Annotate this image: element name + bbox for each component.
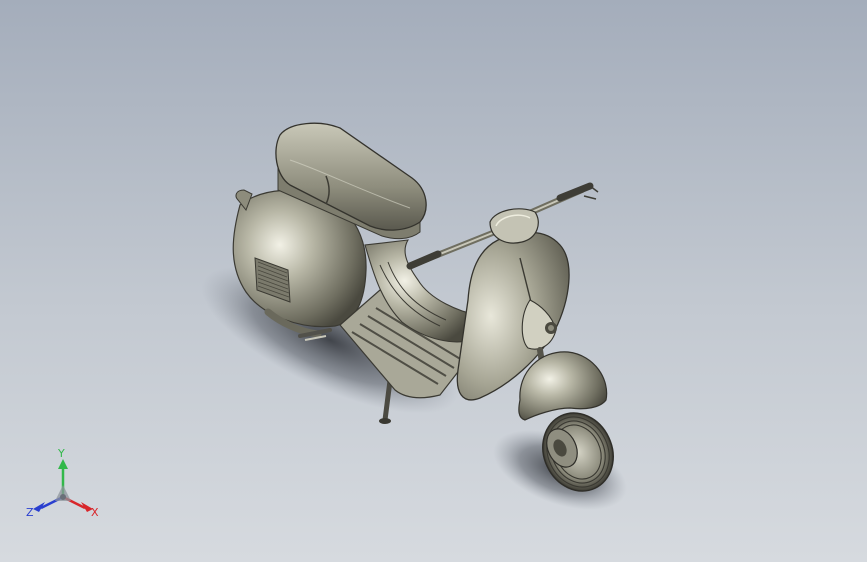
y-axis-label: Y xyxy=(57,447,65,460)
x-axis-label: X xyxy=(91,506,99,519)
z-axis-label: Z xyxy=(26,506,34,519)
headlamp xyxy=(489,208,539,244)
graphics-viewport[interactable]: Y X Z xyxy=(0,0,867,562)
scooter-model[interactable] xyxy=(0,0,867,562)
front-fender xyxy=(518,351,608,421)
coordinate-triad[interactable]: Y X Z xyxy=(25,445,105,525)
